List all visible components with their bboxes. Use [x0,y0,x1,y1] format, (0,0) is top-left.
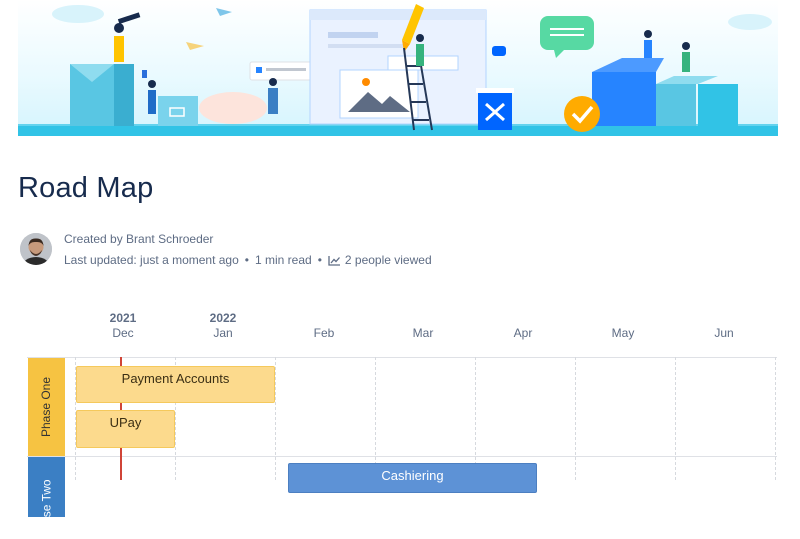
timeline-month-label: Mar [412,326,434,340]
timeline-year [483,311,563,326]
lane-label-phase-one[interactable]: Phase One [28,358,65,456]
timeline-month-label: Dec [112,326,134,340]
avatar[interactable] [20,233,52,265]
header-banner [18,0,778,136]
timeline-year: 2022 [209,311,237,325]
month-gridline [275,357,276,480]
timeline-month: 2022 Jan [183,311,263,341]
roadmap-bar-upay[interactable]: UPay [76,410,175,448]
timeline-year [284,311,364,326]
timeline-year [684,311,764,326]
last-updated-text[interactable]: Last updated: just a moment ago [64,253,239,267]
bar-label: UPay [109,415,142,430]
month-gridline [575,357,576,480]
timeline-month: 2021 Dec [83,311,163,341]
viewers-count-text: 2 people viewed [344,253,432,267]
timeline-month-label: Jan [213,326,233,340]
banner-illustration [18,4,778,136]
line-chart-icon [328,256,340,266]
timeline-month-label: Feb [313,326,335,340]
timeline-year [383,311,463,326]
month-gridline [675,357,676,480]
timeline-year: 2021 [109,311,137,325]
separator-dot: • [317,253,322,267]
user-avatar-icon [20,233,52,265]
timeline-month: May [583,311,663,341]
bar-label: Cashiering [381,468,444,483]
roadmap-bar-cashiering[interactable]: Cashiering [288,463,537,493]
lane-divider [27,456,777,457]
separator-dot: • [244,253,249,267]
timeline-top-border [27,357,777,358]
timeline-month-label: Apr [513,326,533,340]
timeline-year [583,311,663,326]
page-analytics[interactable]: 2 people viewed [328,253,432,267]
lane-label-text: Phase Two [39,479,54,539]
read-time-text: 1 min read [254,253,312,267]
roadmap-bar-payment-accounts[interactable]: Payment Accounts [76,366,275,403]
page-title: Road Map [18,172,154,204]
month-gridline [375,357,376,480]
lane-label-phase-two[interactable]: Phase Two [28,457,65,539]
timeline-month: Apr [483,311,563,341]
timeline-month: Feb [284,311,364,341]
timeline-month-label: Jun [714,326,734,340]
month-gridline [475,357,476,480]
bar-label: Payment Accounts [121,371,230,386]
author-link[interactable]: Brant Schroeder [126,232,213,246]
timeline-month-label: May [611,326,635,340]
lane-label-text: Phase One [39,376,54,438]
created-by-label: Created by [64,232,123,246]
page-byline: Created by Brant Schroeder Last updated:… [64,231,432,273]
timeline-month: Mar [383,311,463,341]
month-gridline [775,357,776,480]
timeline-month: Jun [684,311,764,341]
